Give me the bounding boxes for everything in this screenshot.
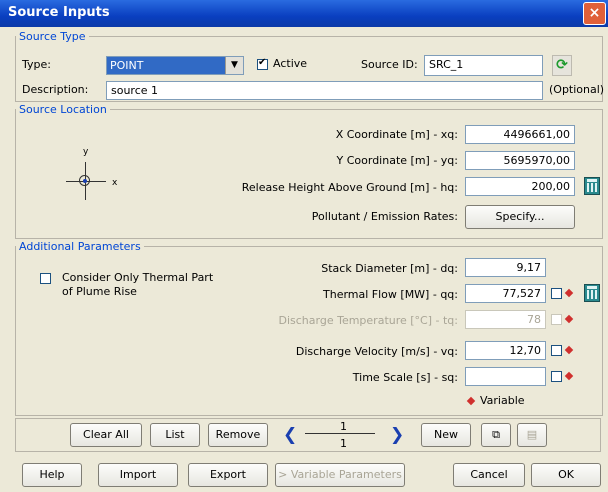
help-button[interactable]: Help: [22, 463, 82, 487]
export-button[interactable]: Export: [188, 463, 268, 487]
optional-label: (Optional): [549, 83, 605, 96]
previous-record-icon[interactable]: ❮: [283, 424, 299, 446]
close-icon[interactable]: ×: [583, 2, 606, 25]
type-select[interactable]: POINT ▼: [106, 56, 244, 75]
thermal-only-label-line1: Consider Only Thermal Part: [62, 271, 214, 284]
release-height-field[interactable]: 200,00: [465, 177, 575, 196]
refresh-icon[interactable]: ⟳: [552, 55, 572, 76]
thermal-only-label-line2: of Plume Rise: [62, 285, 137, 298]
thermal-flow-label: Thermal Flow [MW] - qq:: [323, 288, 458, 301]
list-button[interactable]: List: [150, 423, 200, 447]
copy-icon[interactable]: ⧉: [481, 423, 511, 447]
axis-y-label: y: [83, 147, 89, 157]
coordinate-axes-icon: y x: [64, 147, 124, 210]
record-total: 1: [340, 437, 347, 450]
record-current: 1: [340, 420, 347, 433]
description-field[interactable]: source 1: [106, 81, 543, 100]
type-select-value: POINT: [110, 59, 144, 72]
discharge-temperature-label: Discharge Temperature [°C] - tq:: [278, 314, 459, 327]
type-label: Type:: [22, 58, 51, 71]
source-id-label: Source ID:: [361, 58, 418, 71]
new-button[interactable]: New: [421, 423, 471, 447]
thermal-flow-field[interactable]: 77,527: [465, 284, 546, 303]
active-checkbox[interactable]: ✔: [257, 57, 268, 70]
window-title: Source Inputs: [8, 5, 110, 20]
next-record-icon[interactable]: ❯: [390, 424, 406, 446]
x-coordinate-field[interactable]: 4496661,00: [465, 125, 575, 144]
additional-parameters-legend: Additional Parameters: [19, 240, 141, 253]
discharge-temperature-field[interactable]: 78: [465, 310, 546, 329]
chevron-down-icon[interactable]: ▼: [225, 57, 243, 74]
cancel-button[interactable]: Cancel: [453, 463, 525, 487]
time-scale-field[interactable]: [465, 367, 546, 386]
y-coordinate-field[interactable]: 5695970,00: [465, 151, 575, 170]
ok-button[interactable]: OK: [531, 463, 601, 487]
variable-legend-label: Variable: [480, 394, 525, 407]
stack-diameter-label: Stack Diameter [m] - dq:: [321, 262, 458, 275]
pollutant-label: Pollutant / Emission Rates:: [311, 210, 458, 223]
release-height-label: Release Height Above Ground [m] - hq:: [241, 181, 458, 194]
paste-icon[interactable]: ▤: [517, 423, 547, 447]
calculator-icon[interactable]: [584, 177, 600, 195]
active-label: Active: [273, 57, 308, 70]
source-type-legend: Source Type: [19, 30, 86, 43]
calculator-icon[interactable]: [584, 284, 600, 302]
discharge-velocity-variable-checkbox[interactable]: [551, 345, 562, 356]
axis-x-label: x: [112, 178, 118, 188]
source-location-legend: Source Location: [19, 103, 107, 116]
clear-all-button[interactable]: Clear All: [70, 423, 142, 447]
source-id-field[interactable]: SRC_1: [424, 55, 543, 76]
time-scale-label: Time Scale [s] - sq:: [352, 371, 458, 384]
thermal-flow-variable-checkbox[interactable]: [551, 288, 562, 299]
remove-button[interactable]: Remove: [208, 423, 268, 447]
discharge-velocity-field[interactable]: 12,70: [465, 341, 546, 360]
y-coordinate-label: Y Coordinate [m] - yq:: [336, 154, 458, 167]
import-button[interactable]: Import: [98, 463, 178, 487]
variable-parameters-button[interactable]: > Variable Parameters: [275, 463, 405, 487]
record-divider: [305, 433, 375, 434]
time-scale-variable-checkbox[interactable]: [551, 371, 562, 382]
discharge-velocity-label: Discharge Velocity [m/s] - vq:: [295, 345, 458, 358]
x-coordinate-label: X Coordinate [m] - xq:: [335, 128, 458, 141]
check-icon: ✔: [258, 57, 267, 68]
title-bar: Source Inputs ×: [0, 0, 608, 27]
description-label: Description:: [22, 83, 89, 96]
specify-button[interactable]: Specify...: [465, 205, 575, 229]
thermal-only-checkbox[interactable]: [40, 273, 51, 284]
discharge-temperature-variable-checkbox[interactable]: [551, 314, 562, 325]
stack-diameter-field[interactable]: 9,17: [465, 258, 546, 277]
